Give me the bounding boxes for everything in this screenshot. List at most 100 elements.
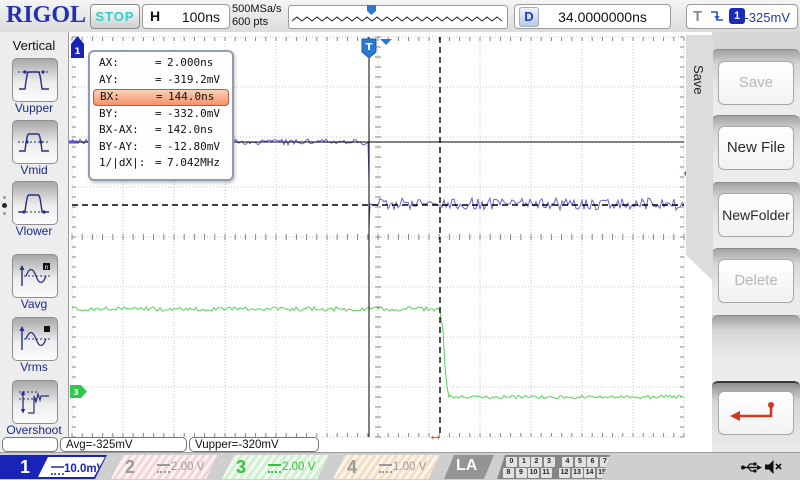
menu-page-dot [3,212,6,215]
vupper-label: Vupper [0,101,68,115]
new-file-button[interactable]: New File [718,126,794,170]
digital-channel-10: 10 [528,468,539,478]
digital-channels-status: 0123456789101112131415 [497,455,610,479]
measure-vupper: Vupper=-320mV [189,437,319,452]
digital-channel-3: 3 [544,457,555,467]
digital-channel-1: 1 [519,457,530,467]
digital-channel-12: 12 [559,468,570,478]
ch3-badge-label: 3 [73,388,79,397]
channel-1-body: 1 10.0mV [2,457,105,477]
trigger-center-marker[interactable] [380,39,392,45]
ch1-dc-coupling-icon [51,466,64,475]
channel-3-number: 3 [236,457,246,478]
h-label: H [150,8,160,24]
channel-4-number: 4 [347,457,357,478]
vrms-button[interactable] [12,317,58,361]
trigger-delay-box[interactable]: D 34.0000000ns [514,4,671,29]
channel-3-status[interactable]: 3 2.00 V [222,455,329,479]
overshoot-icon [16,386,54,418]
digital-channel-0: 0 [506,457,517,467]
memory-depth: 600 pts [232,16,282,29]
channel-2-number: 2 [125,457,135,478]
menu-page-dot-active [2,203,7,208]
channel-4-status[interactable]: 4 1.00 V [333,455,440,479]
cursor-row-by: BY: = -332.0mV [93,106,229,123]
vrms-label: Vrms [0,360,68,374]
vrms-icon [16,323,54,355]
delete-button[interactable]: Delete [718,259,794,303]
preview-wave-icon [289,6,505,26]
digital-channel-15: 15 [597,468,608,478]
cursor-row-ax: AX: = 2.000ns [93,55,229,72]
trigger-delay-value: 34.0000000ns [543,9,662,25]
vupper-icon [16,64,54,96]
digital-channel-6: 6 [587,457,598,467]
cursor-row-bx-selected[interactable]: BX: = 144.0ns [93,89,229,106]
rigol-logo: RIGOL [6,2,86,29]
channel-1-number: 1 [2,457,48,477]
trigger-status-box[interactable]: T 1 -325mV [686,4,798,29]
menu-title: Vertical [0,38,68,53]
save-button[interactable]: Save [718,61,794,105]
ch1-badge-label: 1 [74,47,80,57]
acquisition-info: 500MSa/s 600 pts [232,3,282,29]
menu-tab-save: Save [686,35,713,281]
cursor-row-bx-ax: BX-AX: = 142.0ns [93,122,229,139]
digital-channel-8: 8 [503,468,514,478]
channel-1-status[interactable]: 1 10.0mV [0,455,107,479]
digital-channel-7: 7 [600,457,611,467]
ch2-dc-coupling-icon [157,464,170,473]
vavg-label: Vavg [0,297,68,311]
vlower-label: Vlower [0,224,68,238]
la-status[interactable]: LA [444,455,494,479]
waveform-position-preview[interactable] [288,5,508,29]
trigger-level-value: -325mV [744,10,790,25]
vertical-measure-menu: Vertical Vupper Vmid Vlower [0,32,69,452]
digital-channel-13: 13 [572,468,583,478]
digital-channel-4: 4 [562,457,573,467]
cursor-readout-panel: AX: = 2.000ns AY: = -319.2mV BX: = 144.0… [88,50,234,181]
horizontal-timebase-box[interactable]: H 100ns [142,4,230,29]
overshoot-label: Overshoot [0,423,68,437]
cursor-row-inv-dx: 1/|dX|: = 7.042MHz [93,155,229,172]
channel-status-bar: 1 10.0mV 2 2.00 V 3 2.00 V 4 1.00 V LA 0… [0,452,800,480]
cursor-row-ay: AY: = -319.2mV [93,72,229,89]
softkey-panel: Save New File NewFolder Delete [712,32,800,452]
digital-channel-11: 11 [541,468,552,478]
cursor-b-drag-handle[interactable]: ↔ [428,427,443,444]
trigger-source-badge: 1 [729,8,745,24]
ch4-dc-coupling-icon [379,464,392,473]
sample-rate: 500MSa/s [232,3,282,16]
svg-text:n: n [45,264,49,271]
vavg-button[interactable]: n [12,254,58,298]
return-arrow-icon [727,399,785,427]
channel-2-status[interactable]: 2 2.00 V [111,455,218,479]
usb-icon [740,461,762,474]
vlower-button[interactable] [12,181,58,225]
digital-channel-9: 9 [516,468,527,478]
channel-3-scale: 2.00 V [282,461,315,473]
new-folder-button[interactable]: NewFolder [718,193,794,237]
falling-edge-icon [709,8,725,25]
channel-2-scale: 2.00 V [171,461,204,473]
top-status-bar: RIGOL STOP H 100ns 500MSa/s 600 pts D 34… [0,0,800,33]
vmid-icon [16,126,54,158]
oscilloscope-screen: RIGOL STOP H 100ns 500MSa/s 600 pts D 34… [0,0,800,480]
digital-channel-5: 5 [575,457,586,467]
vupper-button[interactable] [12,58,58,102]
vlower-icon [16,187,54,219]
speaker-muted-icon [764,459,783,475]
measure-avg: Avg=-325mV [60,437,187,452]
cursor-row-by-ay: BY-AY: = -12.80mV [93,139,229,156]
ch3-dc-coupling-icon [268,464,281,473]
softkey-section [712,315,800,382]
channel-1-scale: 10.0mV [64,463,104,475]
trigger-label: T [693,8,702,25]
overshoot-button[interactable] [12,380,58,424]
run-state-indicator[interactable]: STOP [90,4,140,29]
vavg-icon: n [16,260,54,292]
menu-page-dot [3,196,6,199]
back-button[interactable] [718,391,794,435]
digital-channel-2: 2 [531,457,542,467]
vmid-button[interactable] [12,120,58,164]
